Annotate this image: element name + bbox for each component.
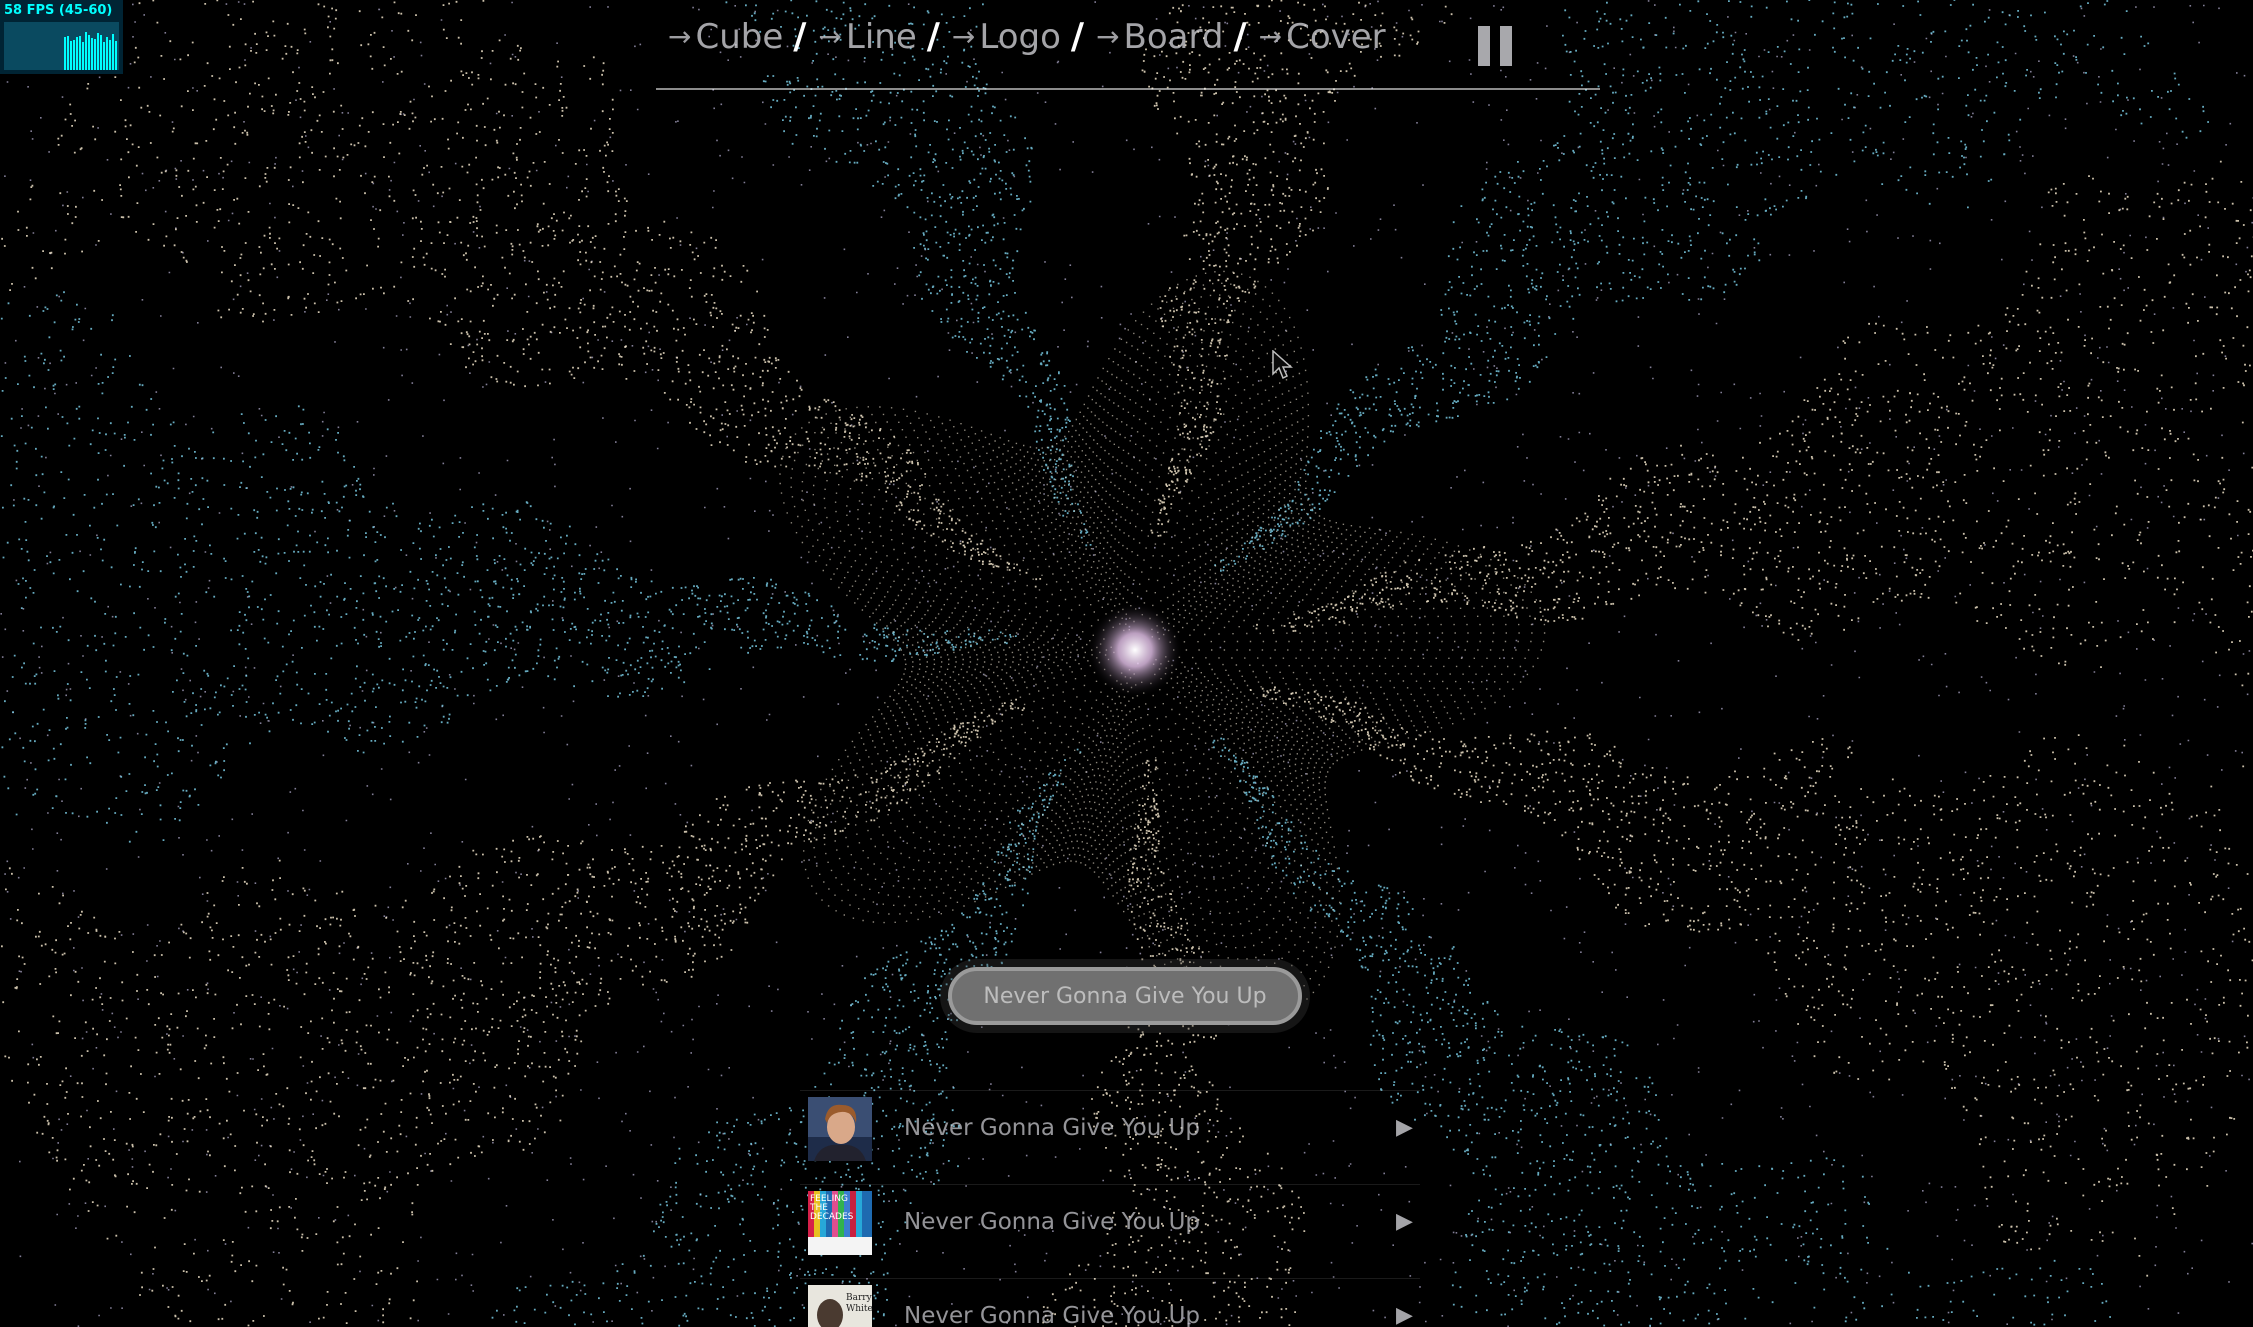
result-item[interactable]: Barry White Never Gonna Give You Up ▶ bbox=[800, 1278, 1420, 1327]
album-thumbnail: FEELING THE DECADES bbox=[808, 1191, 872, 1255]
nav-separator: / bbox=[926, 16, 940, 57]
fps-bar bbox=[91, 38, 93, 70]
nav-item-cover[interactable]: → Cover bbox=[1259, 17, 1386, 57]
fps-bar bbox=[106, 37, 108, 70]
result-item[interactable]: Never Gonna Give You Up ▶ bbox=[800, 1090, 1420, 1185]
fps-bar bbox=[100, 35, 102, 70]
result-item[interactable]: FEELING THE DECADES Never Gonna Give You… bbox=[800, 1184, 1420, 1279]
arrow-right-icon: → bbox=[668, 20, 692, 53]
particle-petal bbox=[0, 291, 1017, 843]
play-icon[interactable]: ▶ bbox=[1396, 1209, 1413, 1234]
fps-graph bbox=[4, 22, 119, 70]
pause-button[interactable] bbox=[1478, 26, 1514, 66]
result-title: Never Gonna Give You Up bbox=[904, 1115, 1201, 1141]
nav-item-label: Line bbox=[845, 16, 917, 57]
arrow-right-icon: → bbox=[951, 20, 976, 53]
thumbnail-caption: Barry White bbox=[846, 1293, 872, 1314]
fps-meter: 58 FPS (45-60) bbox=[0, 0, 123, 74]
fps-bar bbox=[109, 40, 111, 70]
fps-bar bbox=[70, 41, 72, 70]
fps-bar bbox=[76, 37, 78, 70]
nav-item-line[interactable]: → Line bbox=[818, 17, 916, 57]
fps-bar bbox=[115, 41, 117, 70]
arrow-right-icon: → bbox=[1096, 20, 1120, 53]
fps-bar bbox=[82, 42, 84, 70]
nav-separator: / bbox=[1070, 16, 1085, 57]
play-icon[interactable]: ▶ bbox=[1396, 1303, 1413, 1327]
fps-bar bbox=[112, 34, 114, 70]
nav-item-label: Logo bbox=[979, 16, 1061, 57]
mode-nav-items: → Cube / → Line / → Logo / → Board / → C… bbox=[668, 16, 1386, 57]
arrow-right-icon: → bbox=[1258, 20, 1283, 53]
fps-label: 58 FPS (45-60) bbox=[4, 3, 113, 18]
fps-bar bbox=[64, 37, 66, 70]
nav-separator: / bbox=[1233, 16, 1247, 57]
nav-item-label: Cube bbox=[695, 16, 784, 57]
nav-item-board[interactable]: → Board bbox=[1096, 17, 1223, 57]
thumbnail-caption: FEELING THE DECADES bbox=[810, 1194, 854, 1222]
play-icon[interactable]: ▶ bbox=[1396, 1115, 1413, 1140]
nav-item-label: Cover bbox=[1286, 16, 1386, 57]
visualizer-stage: 58 FPS (45-60) → Cube / → Line / → Logo … bbox=[0, 0, 2253, 1327]
nav-item-label: Board bbox=[1123, 16, 1224, 57]
mouse-cursor-icon bbox=[1272, 350, 1293, 380]
fps-bar bbox=[94, 39, 96, 70]
fps-bar bbox=[85, 32, 87, 70]
nav-item-cube[interactable]: → Cube bbox=[668, 17, 783, 57]
nav-separator: / bbox=[793, 16, 807, 57]
song-search-input[interactable] bbox=[948, 967, 1302, 1025]
result-title: Never Gonna Give You Up bbox=[904, 1209, 1201, 1235]
fps-bar bbox=[67, 36, 69, 70]
mode-navigation: → Cube / → Line / → Logo / → Board / → C… bbox=[656, 8, 1600, 90]
album-thumbnail bbox=[808, 1097, 872, 1161]
album-thumbnail: Barry White bbox=[808, 1285, 872, 1327]
arrow-right-icon: → bbox=[818, 20, 842, 53]
nav-item-logo[interactable]: → Logo bbox=[952, 17, 1061, 57]
visualizer-core bbox=[1087, 602, 1183, 698]
result-title: Never Gonna Give You Up bbox=[904, 1303, 1201, 1327]
fps-bar bbox=[79, 36, 81, 70]
fps-bar bbox=[103, 42, 105, 70]
fps-bar bbox=[88, 35, 90, 70]
fps-bar bbox=[97, 33, 99, 70]
fps-bar bbox=[73, 40, 75, 70]
